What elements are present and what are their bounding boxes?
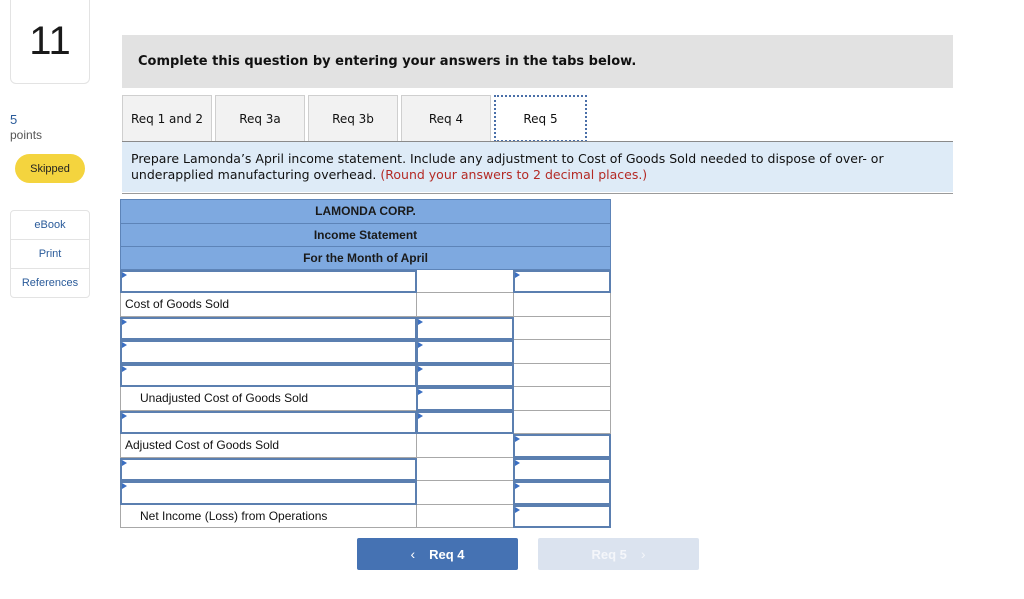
statement-row: Net Income (Loss) from Operations <box>120 504 611 528</box>
total-input[interactable] <box>513 504 611 528</box>
statement-row <box>120 410 611 434</box>
total-input[interactable] <box>513 481 611 505</box>
statement-row: Unadjusted Cost of Goods Sold <box>120 387 611 411</box>
statement-row <box>120 269 611 293</box>
status-badge: Skipped <box>15 154 85 183</box>
empty-cell <box>417 434 514 458</box>
empty-cell <box>514 387 611 411</box>
empty-cell <box>417 269 514 293</box>
amount-input[interactable] <box>416 340 514 364</box>
question-number: 11 <box>10 0 90 84</box>
tab-req-5[interactable]: Req 5 <box>494 95 587 142</box>
total-input[interactable] <box>513 457 611 481</box>
account-name-dropdown[interactable] <box>120 340 417 364</box>
prompt-divider <box>122 193 953 194</box>
tab-req-3b[interactable]: Req 3b <box>308 95 398 142</box>
points-value: 5 <box>10 112 18 127</box>
prev-req-button[interactable]: ‹ Req 4 <box>357 538 518 570</box>
rounding-note: (Round your answers to 2 decimal places.… <box>380 167 648 182</box>
references-link[interactable]: References <box>11 269 89 297</box>
empty-cell <box>417 293 514 317</box>
empty-cell <box>417 481 514 505</box>
statement-row: Adjusted Cost of Goods Sold <box>120 434 611 458</box>
question-prompt: Prepare Lamonda’s April income statement… <box>122 142 953 192</box>
account-name-dropdown[interactable] <box>120 457 417 481</box>
account-name-dropdown[interactable] <box>120 410 417 434</box>
account-name-dropdown[interactable] <box>120 316 417 340</box>
statement-row <box>120 457 611 481</box>
next-req-button: Req 5 › <box>538 538 699 570</box>
row-label: Adjusted Cost of Goods Sold <box>120 434 417 458</box>
amount-input[interactable] <box>416 410 514 434</box>
statement-row <box>120 316 611 340</box>
empty-cell <box>514 293 611 317</box>
prev-req-label: Req 4 <box>429 546 465 562</box>
total-input[interactable] <box>513 269 611 293</box>
tab-req-3a[interactable]: Req 3a <box>215 95 305 142</box>
row-label: Unadjusted Cost of Goods Sold <box>120 387 417 411</box>
empty-cell <box>514 410 611 434</box>
empty-cell <box>514 316 611 340</box>
requirement-tabs: Req 1 and 2 Req 3a Req 3b Req 4 Req 5 <box>122 95 587 142</box>
empty-cell <box>514 340 611 364</box>
statement-row <box>120 481 611 505</box>
empty-cell <box>514 363 611 387</box>
statement-row <box>120 340 611 364</box>
amount-input[interactable] <box>416 363 514 387</box>
statement-title: Income Statement <box>120 222 611 246</box>
ebook-link[interactable]: eBook <box>11 211 89 240</box>
print-link[interactable]: Print <box>11 240 89 269</box>
statement-period: For the Month of April <box>120 246 611 270</box>
total-input[interactable] <box>513 434 611 458</box>
row-label: Net Income (Loss) from Operations <box>120 504 417 528</box>
amount-input[interactable] <box>416 316 514 340</box>
empty-cell <box>417 457 514 481</box>
chevron-right-icon: › <box>640 546 646 562</box>
tab-req-4[interactable]: Req 4 <box>401 95 491 142</box>
instruction-banner: Complete this question by entering your … <box>122 35 953 88</box>
points-label: points <box>10 128 43 142</box>
empty-cell <box>417 504 514 528</box>
company-name: LAMONDA CORP. <box>120 199 611 223</box>
account-name-dropdown[interactable] <box>120 481 417 505</box>
account-name-dropdown[interactable] <box>120 269 417 293</box>
account-name-dropdown[interactable] <box>120 363 417 387</box>
row-label: Cost of Goods Sold <box>120 293 417 317</box>
resources-panel: eBook Print References <box>10 210 90 298</box>
income-statement: LAMONDA CORP. Income Statement For the M… <box>120 199 611 528</box>
next-req-label: Req 5 <box>591 546 627 562</box>
tab-req-1-and-2[interactable]: Req 1 and 2 <box>122 95 212 142</box>
statement-row <box>120 363 611 387</box>
statement-row: Cost of Goods Sold <box>120 293 611 317</box>
amount-input[interactable] <box>416 387 514 411</box>
chevron-left-icon: ‹ <box>410 546 416 562</box>
